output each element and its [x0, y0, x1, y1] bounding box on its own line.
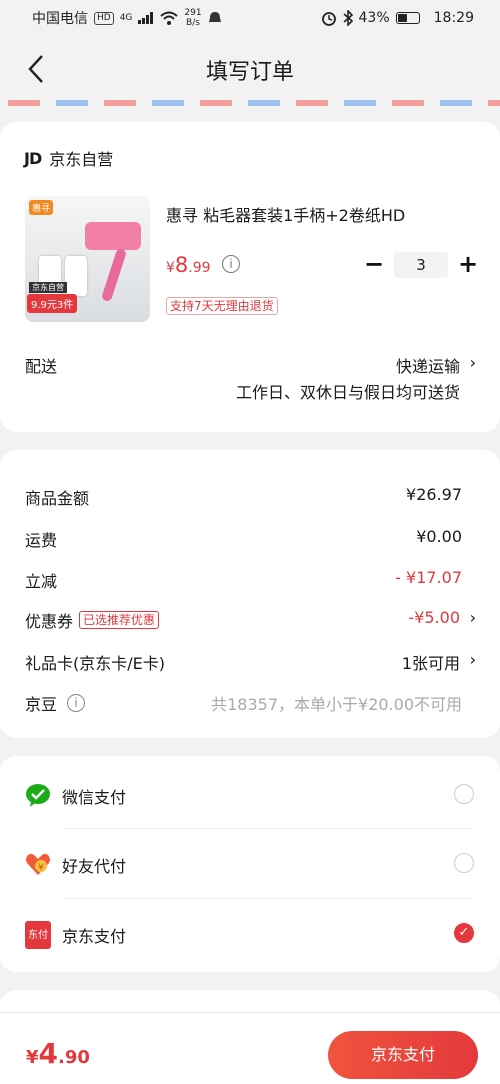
- checkout-bar: ¥4.90 京东支付: [0, 1012, 500, 1084]
- payment-label: 微信支付: [62, 788, 127, 807]
- payment-label: 京东支付: [62, 927, 127, 946]
- price-info-icon[interactable]: i: [222, 255, 240, 273]
- price-integer: 8: [174, 253, 189, 277]
- roller-handle: [100, 247, 128, 303]
- total-amount: ¥4.90: [26, 1037, 90, 1070]
- gift-card-chevron-icon: ›: [469, 650, 476, 669]
- increase-qty-button[interactable]: +: [454, 251, 482, 279]
- clock: 18:29: [433, 10, 474, 26]
- wifi-icon: [160, 11, 179, 25]
- divider: [62, 898, 474, 899]
- payment-option-friend[interactable]: ¥ 好友代付: [0, 831, 500, 899]
- airmail-border: [0, 100, 500, 106]
- total-symbol: ¥: [26, 1047, 39, 1068]
- product-price: ¥8.99: [166, 253, 211, 277]
- gift-card-label: 礼品卡(京东卡/E卡): [25, 654, 165, 673]
- decrease-qty-button[interactable]: −: [360, 251, 388, 279]
- network-type: 4G: [119, 13, 133, 23]
- gift-card-value: 1张可用: [401, 654, 460, 673]
- thumb-brand: 惠寻: [29, 200, 54, 215]
- quantity-value[interactable]: 3: [394, 252, 448, 278]
- submit-payment-button[interactable]: 京东支付: [328, 1031, 478, 1079]
- discount-label: 立减: [25, 572, 58, 591]
- price-decimal: .99: [188, 260, 211, 276]
- bluetooth-icon: [342, 10, 353, 26]
- network-speed: 291 B/s: [184, 8, 201, 28]
- goods-amount-label: 商品金额: [25, 489, 90, 508]
- jd-pay-icon: 东付: [25, 921, 51, 949]
- delivery-label: 配送: [25, 357, 58, 376]
- delivery-note: 工作日、双休日与假日均可送货: [235, 383, 460, 402]
- payment-label: 好友代付: [62, 857, 127, 876]
- jd-pay-icon-text: 东付: [28, 930, 48, 941]
- jd-logo: JD: [24, 148, 42, 168]
- coupon-chevron-icon: ›: [469, 608, 476, 627]
- payment-option-wechat[interactable]: 微信支付: [0, 762, 500, 830]
- quantity-stepper: − 3 +: [360, 251, 482, 279]
- payment-option-jd[interactable]: 东付 京东支付 ✓: [0, 901, 500, 969]
- battery-icon: [395, 12, 420, 24]
- jd-bean-label-group: 京豆 i: [25, 691, 86, 715]
- payment-radio-checked[interactable]: ✓: [454, 923, 474, 943]
- discount-value: - ¥17.07: [395, 568, 462, 587]
- notification-icon: [208, 12, 221, 22]
- product-title[interactable]: 惠寻 粘毛器套装1手柄+2卷纸HD: [166, 202, 405, 226]
- status-bar: 中国电信 HD 4G 291 B/s 43% 18:29: [0, 0, 500, 36]
- price-symbol: ¥: [166, 260, 175, 276]
- thumb-tag: 京东自营: [29, 282, 67, 293]
- total-integer: 4: [38, 1037, 59, 1070]
- shop-name: 京东自营: [49, 150, 114, 169]
- jd-bean-info-icon[interactable]: i: [67, 694, 86, 712]
- roller-head: [85, 222, 141, 250]
- product-thumbnail[interactable]: 惠寻 9.9元3件 京东自营: [25, 196, 150, 322]
- speed-value: 291: [184, 8, 202, 18]
- shipping-value: ¥0.00: [416, 527, 462, 546]
- jd-bean-value: 共18357，本单小于¥20.00不可用: [211, 695, 462, 714]
- total-decimal: .90: [58, 1047, 90, 1068]
- coupon-label: 优惠券: [25, 612, 74, 631]
- page-title: 填写订单: [205, 60, 294, 85]
- coupon-label-group: 优惠券 已选推荐优惠: [25, 608, 160, 632]
- shipping-label: 运费: [25, 531, 58, 550]
- alarm-icon: [321, 12, 336, 26]
- coupon-value: -¥5.00: [408, 608, 460, 627]
- hd-badge: HD: [94, 11, 114, 25]
- nav-bar: 填写订单: [0, 36, 500, 102]
- carrier-name: 中国电信: [32, 11, 88, 27]
- goods-amount-value: ¥26.97: [406, 485, 462, 504]
- jd-bean-label: 京豆: [25, 695, 58, 714]
- payment-radio[interactable]: [454, 784, 474, 804]
- coupon-recommended-badge: 已选推荐优惠: [79, 611, 160, 629]
- battery-percent: 43%: [358, 10, 390, 26]
- wechat-pay-icon: [26, 784, 50, 807]
- delivery-chevron-icon: ›: [469, 353, 476, 372]
- speed-unit: B/s: [186, 18, 200, 28]
- svg-text:¥: ¥: [38, 863, 44, 873]
- payment-radio[interactable]: [454, 853, 474, 873]
- divider: [62, 828, 474, 829]
- friend-pay-icon: ¥: [26, 853, 50, 875]
- delivery-method: 快递运输: [395, 357, 460, 376]
- shop-header: JD 京东自营: [24, 146, 113, 170]
- return-policy-badge: 支持7天无理由退货: [166, 297, 278, 315]
- roll-shape: [65, 256, 87, 296]
- thumb-promo: 9.9元3件: [27, 294, 78, 313]
- signal-icon: [138, 12, 154, 24]
